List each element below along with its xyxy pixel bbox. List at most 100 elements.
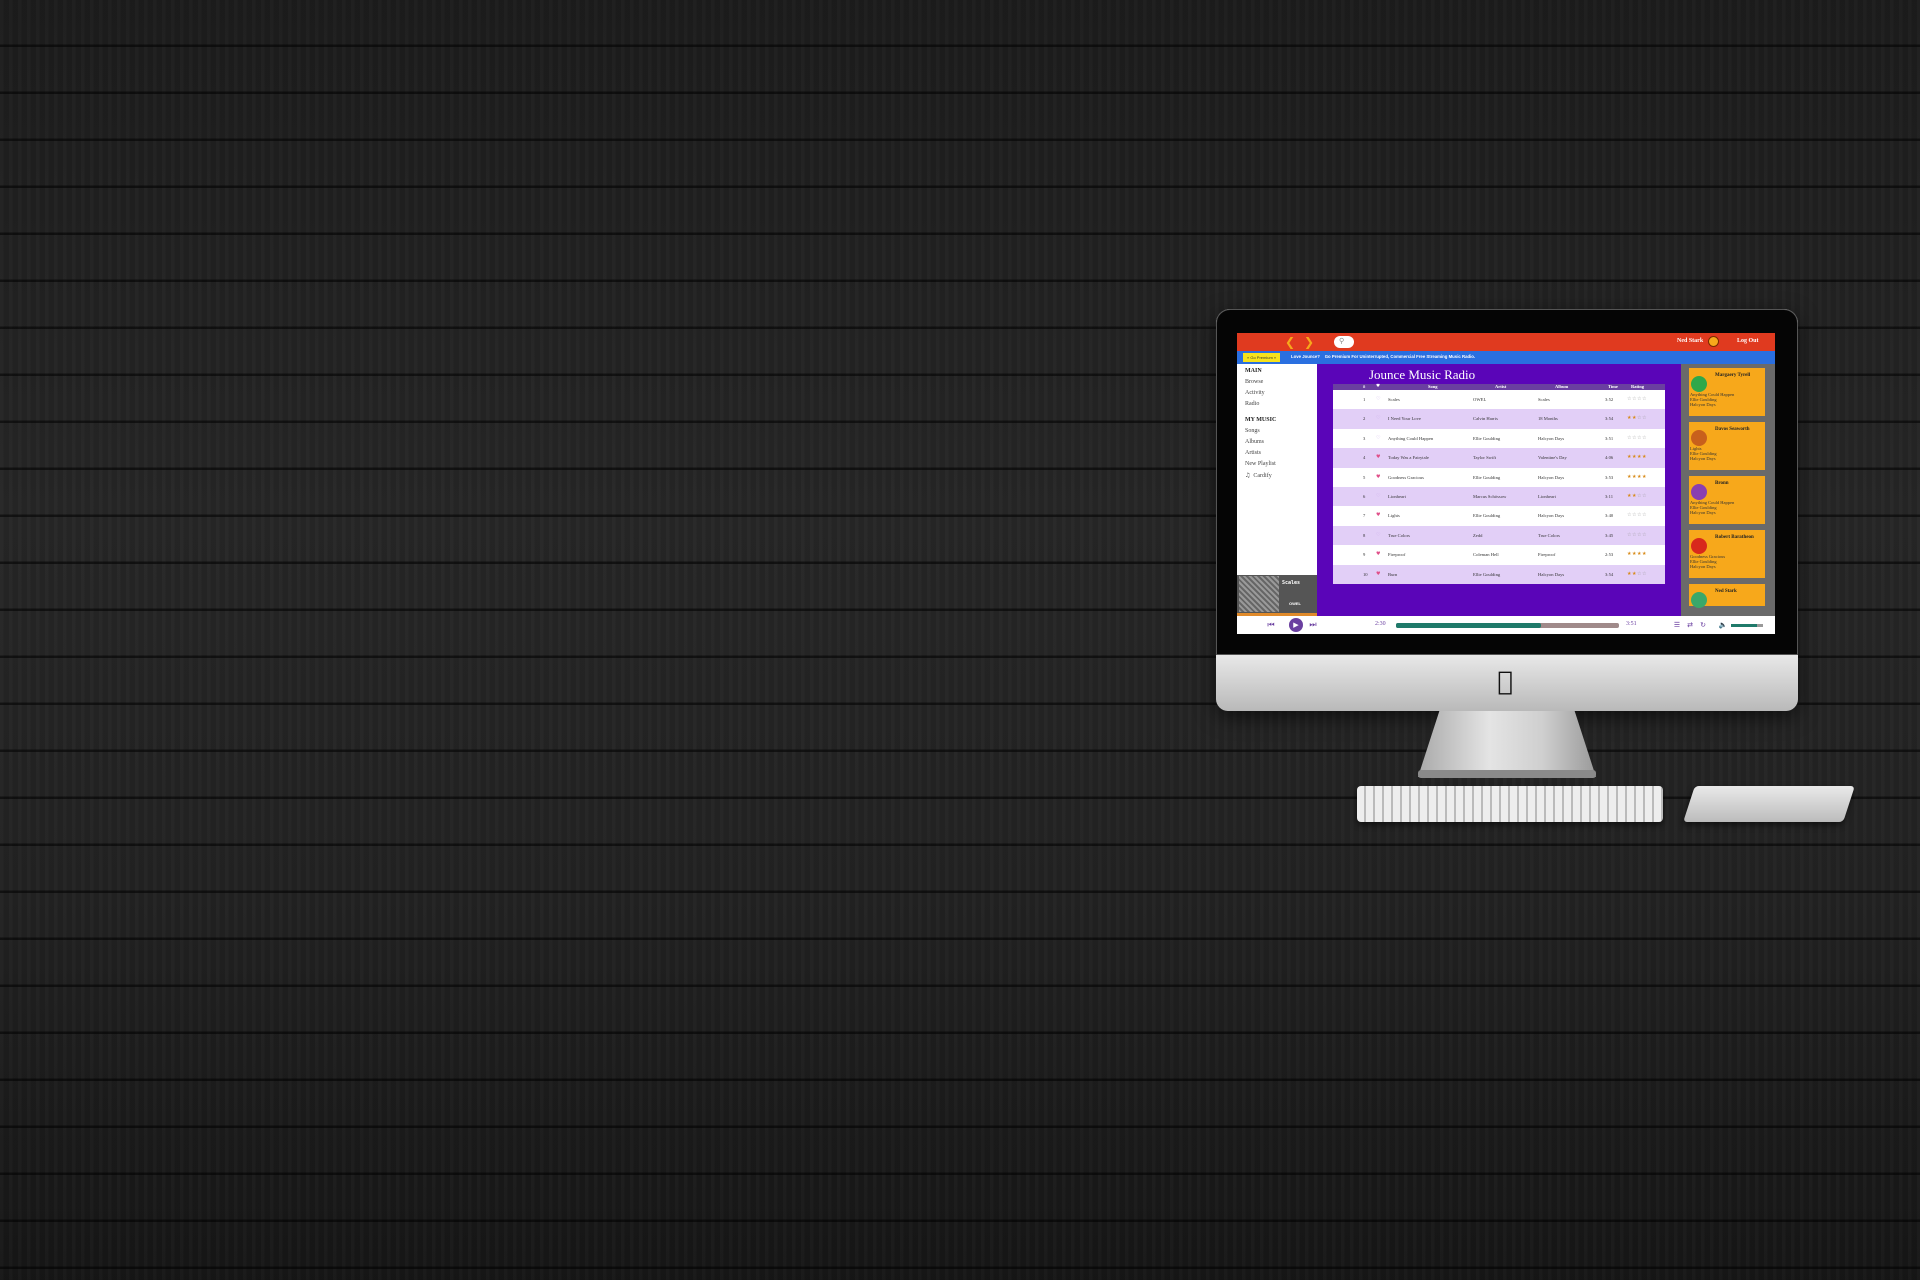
star-icon[interactable]: ☆ — [1642, 512, 1647, 518]
track-number: 10 — [1363, 571, 1368, 577]
list-icon[interactable]: ☰ — [1671, 620, 1683, 630]
sidebar-item-browse[interactable]: Browse — [1245, 379, 1263, 385]
heart-icon[interactable]: ♥ — [1376, 468, 1380, 488]
heart-icon[interactable]: ♥ — [1376, 545, 1380, 565]
chevron-right-icon[interactable]: ❯ — [1303, 336, 1315, 348]
star-icon[interactable]: ★ — [1642, 551, 1647, 557]
sidebar-item-activity[interactable]: Activity — [1245, 390, 1265, 396]
now-playing-artist: OWEL — [1289, 601, 1301, 606]
song-title: Lionheart — [1388, 494, 1406, 499]
star-icon[interactable]: ★ — [1642, 474, 1647, 480]
logout-button[interactable]: Log Out — [1737, 338, 1759, 344]
sidebar-item-songs[interactable]: Songs — [1245, 428, 1260, 434]
heart-icon[interactable]: ♥ — [1376, 565, 1380, 585]
star-rating[interactable]: ★★★★ — [1627, 448, 1647, 468]
song-artist: Ellie Goulding — [1473, 474, 1501, 480]
table-row[interactable]: 3 Anything Could Happen Ellie Goulding Halc… — [1333, 428, 1665, 449]
table-row[interactable]: 7 Lights Ellie Goulding Halcyon Days 3:40 ♥ ☆☆… — [1333, 506, 1665, 526]
star-rating[interactable]: ★★★★ — [1627, 545, 1647, 565]
song-time: 2:53 — [1605, 552, 1614, 558]
heart-icon[interactable]: ♡ — [1376, 409, 1380, 429]
friend-card[interactable]: Robert Baratheon Goodness Gracious Ellie G… — [1689, 530, 1765, 578]
album-art — [1239, 576, 1279, 612]
table-row[interactable]: 2 I Need Your Love Calvin Harris 18 Months 3… — [1333, 409, 1665, 429]
now-playing-title: Scales — [1282, 580, 1301, 586]
star-icon[interactable]: ☆ — [1642, 571, 1647, 577]
table-row[interactable]: 8 True Colors Zedd True Colors 3:45 ♡ ☆☆☆☆ — [1333, 525, 1665, 546]
sidebar-item-cardify[interactable]: ♫ Cardify — [1245, 472, 1272, 479]
skip-forward-icon[interactable]: ⏭ — [1307, 620, 1319, 630]
star-rating[interactable]: ☆☆☆☆ — [1627, 506, 1647, 526]
shuffle-icon[interactable]: ⇄ — [1684, 620, 1696, 630]
avatar[interactable] — [1708, 336, 1719, 347]
song-time: 3:11 — [1605, 494, 1613, 499]
song-title: True Colors — [1388, 532, 1410, 538]
friend-card[interactable]: Ned Stark — [1689, 584, 1765, 608]
song-album: Halcyon Days — [1538, 513, 1565, 519]
volume-icon[interactable]: 🔈 — [1717, 620, 1729, 630]
volume-slider[interactable] — [1731, 624, 1763, 627]
track-number: 5 — [1363, 474, 1366, 480]
star-rating[interactable]: ★★☆☆ — [1627, 409, 1647, 429]
heart-icon[interactable]: ♡ — [1376, 487, 1380, 507]
chevron-left-icon[interactable]: ❮ — [1284, 336, 1296, 348]
heart-icon[interactable]: ♡ — [1376, 390, 1380, 410]
repeat-icon[interactable]: ↻ — [1697, 620, 1709, 630]
skip-back-icon[interactable]: ⏮ — [1265, 620, 1277, 630]
heart-icon[interactable]: ♡ — [1376, 429, 1380, 449]
song-title: I Need Your Love — [1388, 416, 1421, 422]
song-artist: Coleman Hell — [1473, 552, 1499, 558]
star-rating[interactable]: ★★☆☆ — [1627, 487, 1647, 507]
progress-bar[interactable] — [1396, 623, 1619, 628]
friend-card[interactable]: Bronn Anything Could Happen Ellie Goulding… — [1689, 476, 1765, 524]
search-input[interactable]: ⚲ — [1334, 336, 1354, 348]
heart-icon[interactable]: ♡ — [1376, 526, 1380, 546]
heart-icon[interactable]: ♥ — [1376, 448, 1380, 468]
play-button[interactable]: ▶ — [1289, 618, 1303, 632]
player-bar: ⏮ ▶ ⏭ 2:30 3:51 ☰ ⇄ ↻ 🔈 — [1237, 616, 1775, 634]
track-number: 4 — [1363, 455, 1366, 461]
sidebar-item-albums[interactable]: Albums — [1245, 439, 1264, 445]
page-title: Jounce Music Radio — [1369, 367, 1476, 382]
star-rating[interactable]: ★★★★ — [1627, 468, 1647, 488]
friend-card[interactable]: Davos Seaworth Lights Ellie Goulding Halcyo… — [1689, 422, 1765, 470]
sidebar-item-artists[interactable]: Artists — [1245, 450, 1261, 456]
table-row[interactable]: 10 Burn Ellie Goulding Halcyon Days 3:54 ♥ ★★☆… — [1333, 564, 1665, 585]
star-rating[interactable]: ☆☆☆☆ — [1627, 429, 1647, 449]
table-row[interactable]: 5 Goodness Gracious Ellie Goulding Halcyon … — [1333, 467, 1665, 488]
friend-card[interactable]: Margaery Tyrell Anything Could Happen Elli… — [1689, 368, 1765, 416]
sidebar-item-new-playlist[interactable]: New Playlist — [1245, 461, 1276, 467]
star-icon[interactable]: ☆ — [1642, 493, 1647, 499]
table-row[interactable]: 4 Today Was a Fairytale Taylor Swift Valent… — [1333, 448, 1665, 468]
friend-avatar — [1691, 538, 1707, 554]
friend-name: Margaery Tyrell — [1715, 373, 1751, 378]
heart-icon[interactable]: ♥ — [1376, 506, 1380, 526]
star-rating[interactable]: ☆☆☆☆ — [1627, 390, 1647, 410]
star-icon[interactable]: ☆ — [1642, 415, 1647, 421]
friend-album: Halcyon Days — [1690, 402, 1716, 407]
user-name[interactable]: Ned Stark — [1677, 338, 1703, 344]
banner-text-strong: Love Jounce? — [1291, 354, 1320, 359]
table-row[interactable]: 9 Fireproof Coleman Hell Fireproof 2:53 ♥ ★★★★ — [1333, 545, 1665, 565]
table-row[interactable]: 1 Scales OWEL Scales 3:52 ♡ ☆☆☆☆ — [1333, 390, 1665, 410]
song-title: Burn — [1388, 571, 1398, 577]
star-rating[interactable]: ★★☆☆ — [1627, 565, 1647, 585]
table-row[interactable]: 6 Lionheart Marcus Schössow Lionheart 3:11 ♡ ★… — [1333, 487, 1665, 507]
keyboard — [1357, 786, 1663, 822]
music-note-icon: ♫ — [1245, 472, 1251, 479]
song-title: Anything Could Happen — [1388, 435, 1434, 441]
search-icon: ⚲ — [1339, 337, 1345, 345]
star-icon[interactable]: ☆ — [1642, 435, 1647, 441]
go-premium-button[interactable]: » Go Premium « — [1243, 353, 1281, 362]
star-icon[interactable]: ☆ — [1642, 532, 1647, 538]
star-icon[interactable]: ☆ — [1642, 396, 1647, 402]
sidebar-item-radio[interactable]: Radio — [1245, 401, 1259, 407]
star-rating[interactable]: ☆☆☆☆ — [1627, 526, 1647, 546]
song-time: 3:40 — [1605, 513, 1614, 519]
track-number: 7 — [1363, 513, 1366, 519]
main-content: Jounce Music Radio # ♥ Song Artist Album… — [1317, 364, 1681, 616]
star-icon[interactable]: ★ — [1642, 454, 1647, 460]
track-number: 2 — [1363, 416, 1366, 422]
song-title: Lights — [1388, 513, 1400, 519]
app-screen: ❮ ❯ ⚲ Ned Stark Log Out » Go Premium « L… — [1237, 333, 1775, 634]
